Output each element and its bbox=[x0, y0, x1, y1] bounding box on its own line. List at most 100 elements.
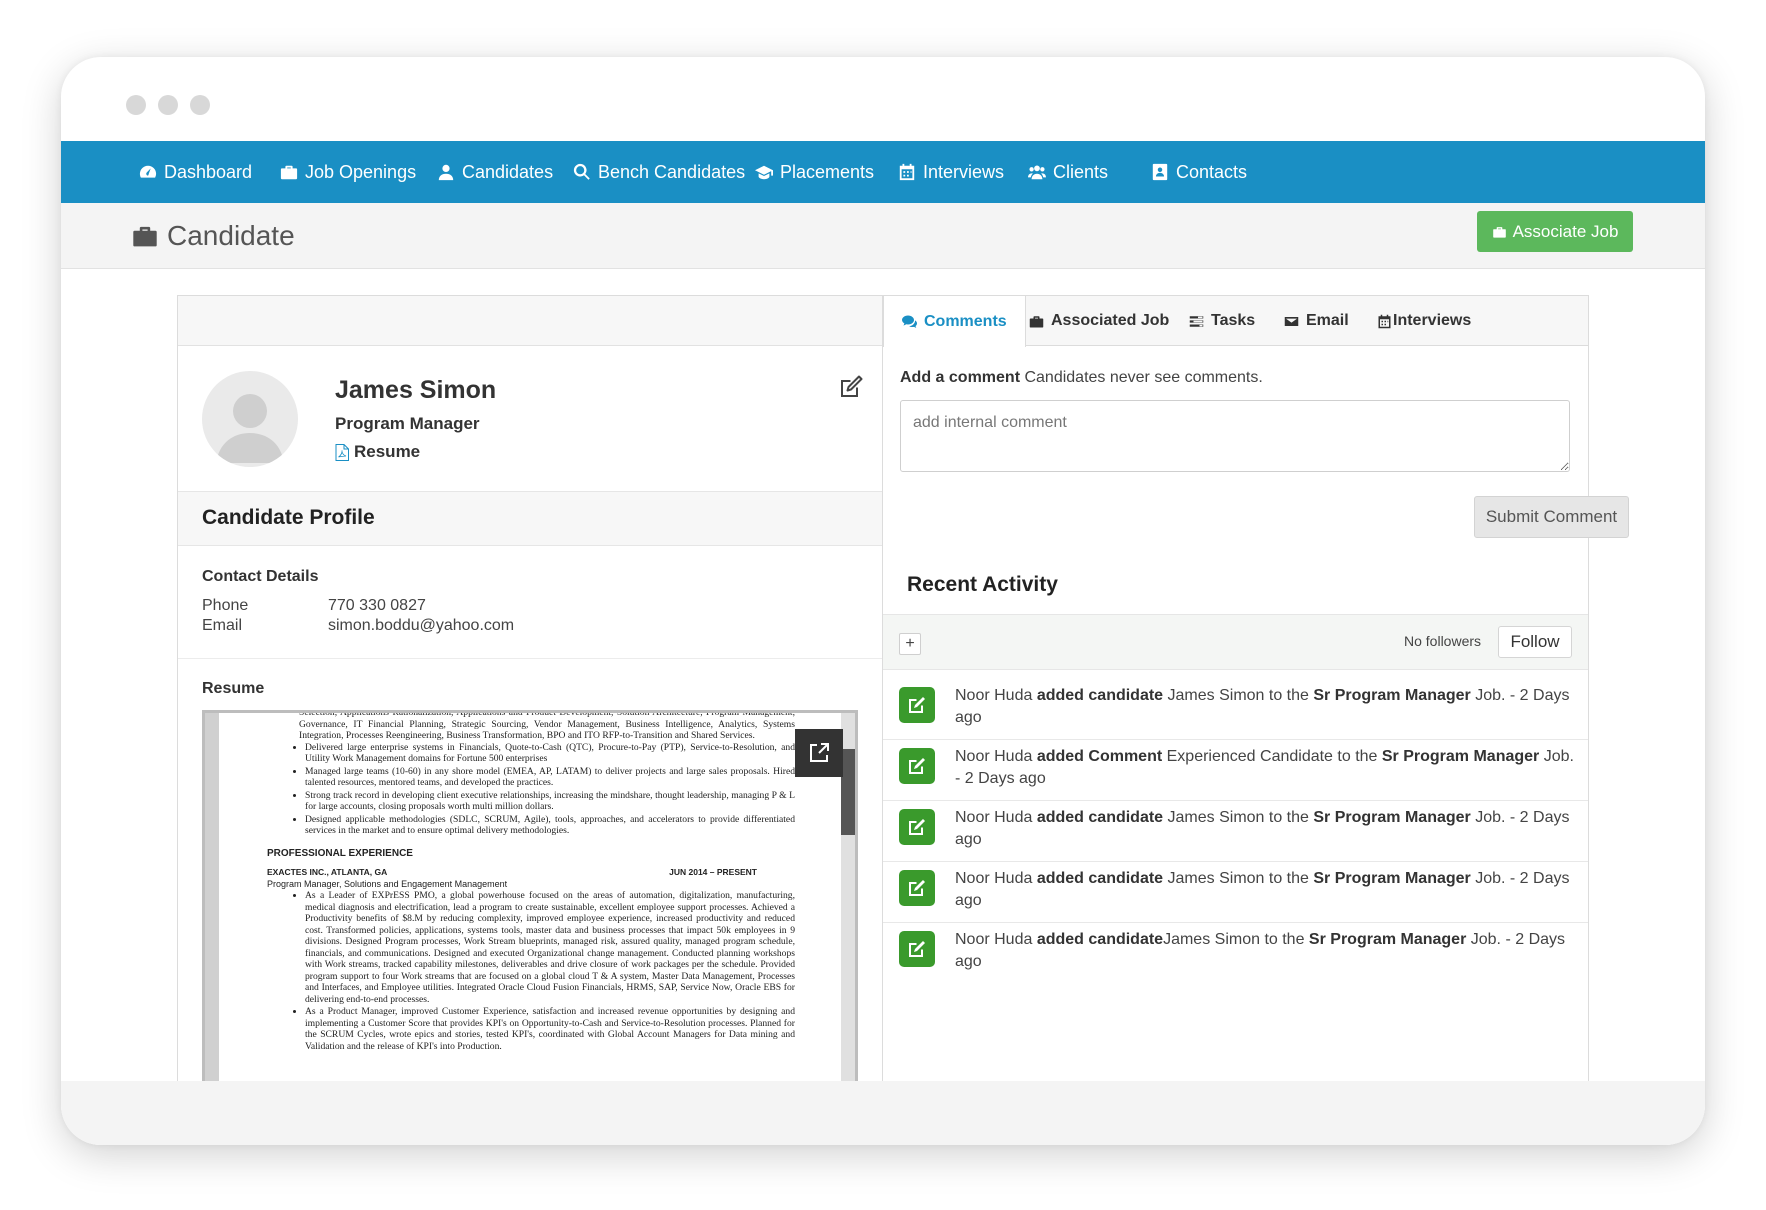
nav-label: Contacts bbox=[1176, 161, 1248, 182]
candidate-panel: James Simon Program Manager Resume Candi… bbox=[177, 295, 883, 1145]
main-content: James Simon Program Manager Resume Candi… bbox=[61, 269, 1705, 1145]
submit-comment-button[interactable]: Submit Comment bbox=[1474, 496, 1629, 538]
avatar bbox=[202, 371, 298, 467]
resume-company: EXACTES INC., ATLANTA, GA bbox=[267, 867, 388, 877]
associate-job-label: Associate Job bbox=[1512, 221, 1619, 241]
comment-input[interactable] bbox=[900, 400, 1570, 472]
nav-clients[interactable]: Clients bbox=[1028, 141, 1108, 203]
activity-job: Sr Program Manager bbox=[1313, 809, 1471, 826]
top-navbar: Dashboard Job Openings Candidates Bench … bbox=[61, 141, 1705, 203]
nav-interviews[interactable]: Interviews bbox=[898, 141, 1004, 203]
nav-label: Bench Candidates bbox=[598, 161, 746, 182]
add-follower-button[interactable]: + bbox=[899, 633, 921, 655]
nav-label: Clients bbox=[1053, 161, 1109, 182]
email-value[interactable]: simon.boddu@yahoo.com bbox=[328, 617, 514, 635]
nav-job-openings[interactable]: Job Openings bbox=[280, 141, 416, 203]
activity-action: added candidate bbox=[1036, 870, 1164, 887]
scrollbar-thumb[interactable] bbox=[841, 749, 855, 835]
add-comment-title: Add a comment bbox=[900, 369, 1021, 386]
contact-book-icon bbox=[1152, 163, 1168, 181]
activity-item: Noor Huda added candidate James Simon to… bbox=[883, 854, 1588, 923]
window-bottom-band bbox=[61, 1081, 1705, 1145]
candidate-name: James Simon bbox=[335, 376, 497, 404]
follow-button[interactable]: Follow bbox=[1498, 626, 1572, 658]
resume-heading: Resume bbox=[202, 680, 265, 697]
activity-job: Sr Program Manager bbox=[1381, 748, 1540, 765]
window-titlebar bbox=[61, 57, 1705, 141]
envelope-icon bbox=[1284, 316, 1299, 326]
nav-label: Dashboard bbox=[164, 161, 253, 182]
briefcase-icon bbox=[1492, 226, 1506, 238]
edit-icon[interactable] bbox=[838, 374, 864, 400]
tab-label: Comments bbox=[924, 312, 1007, 330]
activity-item: Noor Huda added Comment Experienced Cand… bbox=[883, 732, 1588, 801]
browser-window: Dashboard Job Openings Candidates Bench … bbox=[61, 57, 1705, 1145]
activity-job: Sr Program Manager bbox=[1308, 931, 1467, 948]
tab-comments[interactable]: Comments bbox=[883, 296, 1026, 347]
resume-link[interactable]: Resume bbox=[335, 442, 420, 462]
users-icon bbox=[1028, 165, 1046, 180]
activity-item: Noor Huda added candidateJames Simon to … bbox=[883, 915, 1588, 984]
comments-icon bbox=[902, 315, 917, 328]
page-title-text: Candidate bbox=[167, 220, 295, 251]
calendar-icon bbox=[899, 163, 915, 181]
nav-placements[interactable]: Placements bbox=[755, 141, 874, 203]
resume-section-title: PROFESSIONAL EXPERIENCE bbox=[267, 847, 413, 859]
resume-bullet: As a Product Manager, improved Customer … bbox=[305, 1006, 795, 1052]
default-avatar-icon bbox=[216, 394, 284, 463]
activity-action: added candidate bbox=[1036, 687, 1164, 704]
nav-dashboard[interactable]: Dashboard bbox=[139, 141, 252, 203]
followers-bar: + No followers Follow bbox=[883, 614, 1588, 670]
tab-label: Associated Job bbox=[1051, 312, 1170, 329]
resume-bullet: Delivered large enterprise systems in Fi… bbox=[305, 742, 795, 765]
resume-company-line: EXACTES INC., ATLANTA, GA JUN 2014 – PRE… bbox=[267, 867, 795, 879]
resume-bullet: Strong track record in developing client… bbox=[305, 790, 795, 813]
associate-job-button[interactable]: Associate Job bbox=[1477, 211, 1633, 252]
candidate-title: Program Manager bbox=[335, 414, 480, 433]
resume-dates: JUN 2014 – PRESENT bbox=[669, 867, 757, 877]
window-dot-minimize[interactable] bbox=[158, 95, 178, 115]
window-dot-close[interactable] bbox=[126, 95, 146, 115]
activity-actor: Noor Huda bbox=[955, 809, 1037, 826]
followers-status: No followers bbox=[1404, 633, 1482, 649]
activity-text: Noor Huda added candidateJames Simon to … bbox=[955, 929, 1575, 973]
tab-label: Email bbox=[1306, 312, 1349, 329]
activity-object: James Simon to the bbox=[1163, 687, 1314, 704]
briefcase-icon bbox=[1029, 315, 1044, 327]
recent-activity-heading: Recent Activity bbox=[907, 573, 1058, 596]
nav-bench-candidates[interactable]: Bench Candidates bbox=[573, 141, 745, 203]
resume-bullet: Designed applicable methodologies (SDLC,… bbox=[305, 814, 795, 837]
nav-candidates[interactable]: Candidates bbox=[437, 141, 553, 203]
resume-top-bullets: Delivered large enterprise systems in Fi… bbox=[305, 742, 795, 837]
tab-email[interactable]: Email bbox=[1284, 296, 1349, 346]
search-icon bbox=[573, 163, 590, 180]
tab-associated-job[interactable]: Associated Job bbox=[1029, 296, 1169, 346]
activity-object: James Simon to the bbox=[1163, 809, 1314, 826]
resume-exp-bullets: As a Leader of EXPrESS PMO, a global pow… bbox=[305, 890, 795, 1052]
edit-activity-icon bbox=[899, 870, 935, 906]
calendar-icon bbox=[1378, 314, 1391, 328]
window-dot-maximize[interactable] bbox=[190, 95, 210, 115]
tab-tasks[interactable]: Tasks bbox=[1189, 296, 1255, 346]
activity-action: added candidate bbox=[1036, 931, 1164, 948]
phone-value: 770 330 0827 bbox=[328, 597, 426, 614]
edit-activity-icon bbox=[899, 687, 935, 723]
tab-label: Tasks bbox=[1211, 312, 1256, 329]
activity-text: Noor Huda added Comment Experienced Cand… bbox=[955, 746, 1575, 790]
tasks-icon bbox=[1189, 315, 1204, 327]
resume-role: Program Manager, Solutions and Engagemen… bbox=[267, 878, 508, 889]
activity-object: James Simon to the bbox=[1163, 931, 1309, 948]
resume-bullet: Managed large teams (10-60) in any shore… bbox=[305, 766, 795, 789]
tab-interviews[interactable]: Interviews bbox=[1377, 296, 1471, 346]
activity-action: added Comment bbox=[1036, 748, 1163, 765]
nav-contacts[interactable]: Contacts bbox=[1151, 141, 1247, 203]
edit-activity-icon bbox=[899, 809, 935, 845]
edit-activity-icon bbox=[899, 748, 935, 784]
open-external-button[interactable] bbox=[795, 729, 843, 777]
resume-preview[interactable]: Selection, Applications Rationalization,… bbox=[202, 710, 858, 1145]
divider bbox=[178, 658, 882, 659]
resume-bullet: As a Leader of EXPrESS PMO, a global pow… bbox=[305, 890, 795, 1005]
pdf-file-icon bbox=[335, 443, 349, 461]
activity-action: added candidate bbox=[1036, 809, 1164, 826]
phone-label: Phone bbox=[202, 597, 249, 614]
